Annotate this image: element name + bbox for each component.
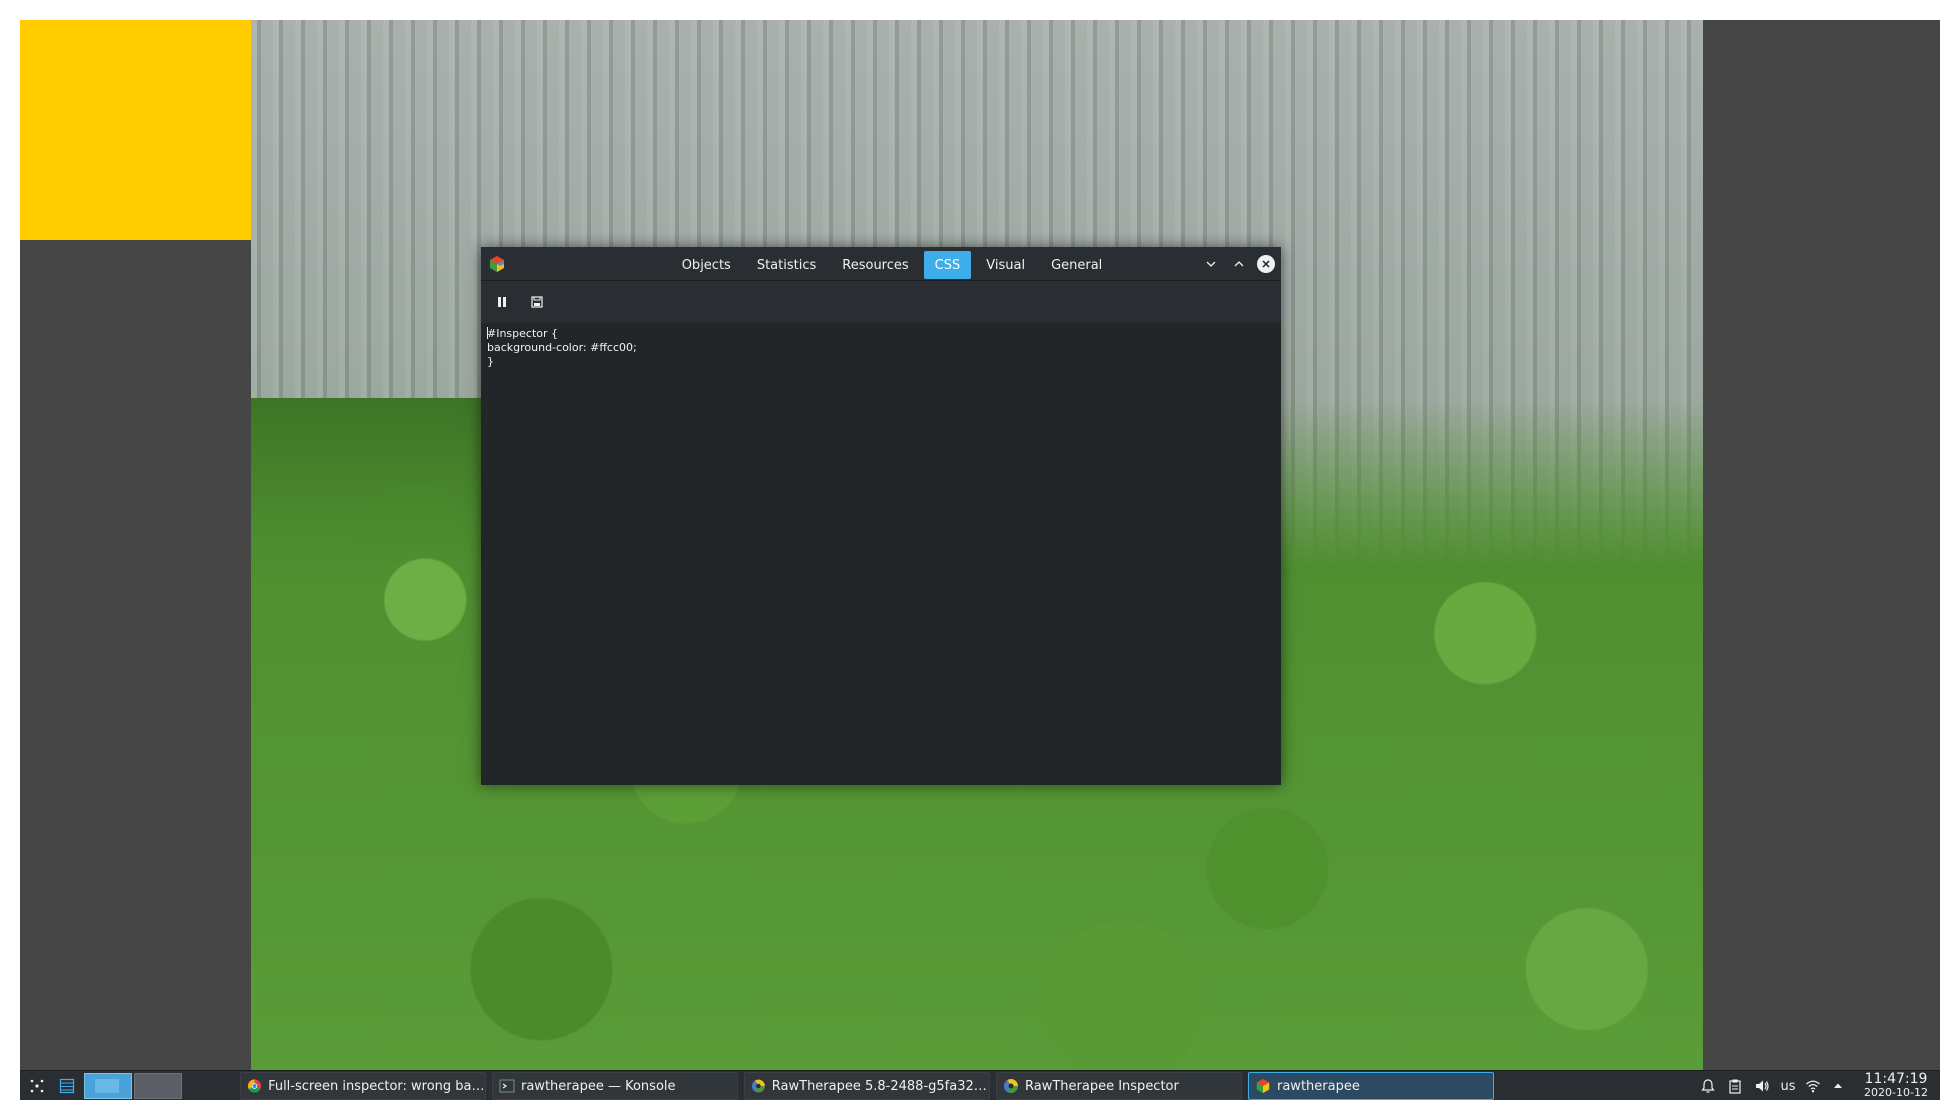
task-label: RawTherapee Inspector	[1025, 1078, 1179, 1094]
task-manager-icon	[59, 1078, 75, 1094]
pager-desktop-2[interactable]	[134, 1073, 182, 1099]
close-icon	[1262, 260, 1270, 268]
pause-icon	[498, 297, 506, 307]
tab-resources[interactable]: Resources	[831, 251, 919, 279]
taskbar: Full-screen inspector: wrong back... raw…	[20, 1070, 1940, 1100]
application-launcher-button[interactable]	[26, 1071, 48, 1100]
rawtherapee-cube-icon	[1256, 1078, 1270, 1094]
keyboard-layout-label: us	[1780, 1078, 1796, 1094]
inspector-tab-bar: Objects Statistics Resources CSS Visual …	[481, 251, 1281, 279]
clipboard-icon[interactable]	[1726, 1077, 1744, 1095]
chevron-down-icon	[1206, 261, 1216, 267]
notifications-icon[interactable]	[1699, 1077, 1717, 1095]
pause-button[interactable]	[491, 291, 513, 313]
chrome-icon	[247, 1079, 262, 1093]
task-label: rawtherapee — Konsole	[521, 1078, 676, 1094]
tab-general[interactable]: General	[1040, 251, 1113, 279]
clock-time: 11:47:19	[1864, 1071, 1928, 1087]
task-label: Full-screen inspector: wrong back...	[268, 1078, 485, 1094]
tab-objects[interactable]: Objects	[671, 251, 742, 279]
maximize-button[interactable]	[1229, 254, 1249, 274]
css-editor-text: #Inspector { background-color: #ffcc00; …	[487, 327, 637, 368]
volume-icon[interactable]	[1753, 1077, 1771, 1095]
close-button[interactable]	[1257, 255, 1275, 273]
clock-date: 2020-10-12	[1864, 1086, 1928, 1099]
task-label: RawTherapee 5.8-2488-g5fa327d09	[771, 1078, 989, 1094]
tray-expand-arrow-icon[interactable]	[1829, 1077, 1847, 1095]
rawtherapee-icon	[1004, 1079, 1018, 1093]
digital-clock[interactable]: 11:47:19 2020-10-12	[1860, 1072, 1932, 1100]
chevron-up-icon	[1234, 261, 1244, 267]
task-rawtherapee-main[interactable]: RawTherapee 5.8-2488-g5fa327d09	[744, 1072, 990, 1100]
task-label: rawtherapee	[1277, 1078, 1360, 1094]
save-button[interactable]	[526, 291, 548, 313]
css-editor-textarea[interactable]: #Inspector { background-color: #ffcc00; …	[481, 323, 1281, 785]
pager-desktop-1[interactable]	[84, 1073, 132, 1099]
terminal-icon	[499, 1079, 515, 1093]
launcher-icon	[30, 1079, 44, 1093]
task-konsole[interactable]: rawtherapee — Konsole	[492, 1072, 738, 1100]
rawtherapee-icon	[751, 1079, 765, 1093]
window-controls	[1201, 254, 1275, 274]
wifi-icon[interactable]	[1804, 1077, 1822, 1095]
css-toolbar	[481, 281, 1281, 323]
task-rawtherapee-inspector[interactable]: RawTherapee Inspector	[996, 1072, 1242, 1100]
desktop-screen: Objects Statistics Resources CSS Visual …	[20, 20, 1940, 1100]
save-icon	[531, 296, 543, 308]
inspector-window: Objects Statistics Resources CSS Visual …	[481, 247, 1281, 785]
show-desktop-button[interactable]	[56, 1071, 78, 1100]
pager-window-thumbnail	[95, 1079, 119, 1093]
tab-css[interactable]: CSS	[923, 251, 972, 279]
inspector-titlebar[interactable]: Objects Statistics Resources CSS Visual …	[481, 247, 1281, 281]
tab-visual[interactable]: Visual	[975, 251, 1036, 279]
inspector-yellow-background-panel	[20, 20, 251, 240]
task-chrome-fullscreen-inspector[interactable]: Full-screen inspector: wrong back...	[240, 1072, 486, 1100]
keyboard-layout-indicator[interactable]: us	[1776, 1071, 1800, 1100]
minimize-button[interactable]	[1201, 254, 1221, 274]
tab-statistics[interactable]: Statistics	[746, 251, 827, 279]
task-rawtherapee[interactable]: rawtherapee	[1248, 1072, 1494, 1100]
